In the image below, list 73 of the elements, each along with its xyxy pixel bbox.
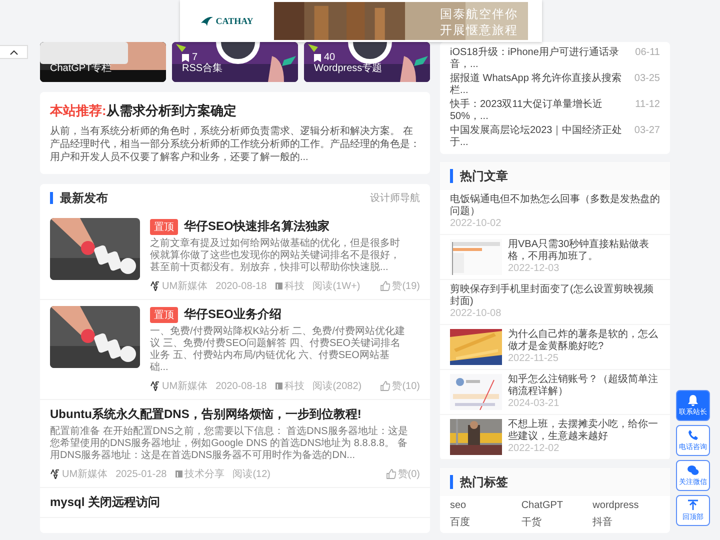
- ad-slogan: 国泰航空伴你: [440, 6, 518, 22]
- tag-link[interactable]: 抖音: [592, 515, 660, 529]
- article-date: 2022-12-02: [508, 443, 560, 455]
- phone-icon: [687, 429, 699, 441]
- bookmark-icon: [314, 54, 321, 62]
- section-title: 最新发布: [50, 192, 108, 204]
- article-date: 2022-10-08: [450, 308, 502, 320]
- post-date: 2025-01-28: [116, 468, 167, 480]
- collapse-button[interactable]: [0, 45, 28, 59]
- recommend-title[interactable]: 从需求分析到方案确定: [106, 103, 236, 118]
- post-title[interactable]: 华仔SEO业务介绍: [184, 306, 282, 323]
- topic-count: 40: [324, 52, 336, 63]
- article-title[interactable]: 不想上班，去摆摊卖小吃，给你一些建议，生意越来越好: [508, 419, 660, 443]
- section-title: 热门文章: [450, 169, 508, 183]
- recommend-label: 本站推荐:: [50, 103, 106, 118]
- post-excerpt: 配置前准备 在开始配置DNS之前，您需要以下信息： 首选DNS服务器地址：这是您希望使用的DNS服务器地址，例如Google DNS 的首选DNS地址为 8.8.8.8。 备用DNS服务器地址：这是在首选DNS服务器不可用时作为备选的DN...: [50, 426, 409, 462]
- thumbs-up-icon: [380, 281, 390, 291]
- news-date: 03-25: [634, 73, 660, 86]
- news-title[interactable]: 中国发展高层论坛2023｜中国经济正处于...: [450, 125, 628, 149]
- view-count: 阅读(12): [232, 468, 271, 481]
- article-date: 2022-11-25: [508, 353, 560, 365]
- article-date: 2022-12-03: [508, 263, 560, 275]
- post-date: 2020-08-18: [216, 380, 267, 392]
- post-title[interactable]: 华仔SEO快速排名算法独家: [184, 218, 330, 235]
- section-title: 热门标签: [450, 475, 508, 489]
- bird-logo-icon: [200, 16, 213, 26]
- tag-link[interactable]: 百度: [450, 515, 518, 529]
- bookmark-icon: [182, 54, 189, 62]
- tag-link[interactable]: 干货: [521, 515, 589, 529]
- view-count: 阅读(1W+): [312, 280, 360, 293]
- news-date: 11-12: [635, 99, 660, 112]
- post-excerpt: 之前文章有提及过如何给网站做基础的优化，但是很多时候就算你做了这些也发现你的网站关键词排名不是很好，甚至前十页都没有。别放弃，快排可以帮助你快速脱...: [150, 238, 401, 274]
- category-icon: [274, 382, 283, 390]
- article-date: 2024-03-21: [508, 398, 560, 410]
- topic-title: RSS合集: [182, 62, 223, 75]
- news-title[interactable]: 快手：2023双11大促订单量增长近50%，...: [450, 99, 630, 123]
- article-title[interactable]: 电饭锅通电但不加热怎么回事（多数是发热盘的问题）: [450, 194, 660, 218]
- post-title[interactable]: mysql 关闭远程访问: [50, 494, 160, 511]
- news-date: 03-27: [634, 125, 660, 138]
- view-count: 阅读(2082): [312, 380, 362, 393]
- post-title[interactable]: Ubuntu系统永久配置DNS，告别网络烦恼，一步到位教程!: [50, 406, 362, 423]
- topic-count: 7: [192, 52, 198, 63]
- topic-title: ChatGPT专栏: [50, 62, 112, 75]
- thumbs-up-icon: [386, 469, 396, 479]
- post-date: 2020-08-18: [216, 280, 267, 292]
- chat-bubbles-icon: [687, 464, 699, 476]
- topic-title: Wordpress专题: [314, 62, 382, 75]
- article-title[interactable]: 为什么自己炸的薯条是软的，怎么做才是金黄酥脆好吃?: [508, 329, 660, 353]
- recommend-summary: 从前，当有系统分析师的角色时，系统分析师负责需求、逻辑分析和解决方案。 在产品经理时代，相当一部分系统分析师的工作统分析师的工作。产品经理的角色是：用户和开发人员不仅要了解客户和业务，还要了解一般的...: [50, 125, 420, 164]
- arrow-up-icon: [687, 499, 699, 511]
- topic-card[interactable]: 40 Wordpress专题: [304, 42, 430, 82]
- brand-name: CATHAY: [216, 16, 254, 26]
- category-icon: [174, 470, 183, 478]
- ad-slogan: 开展惬意旅程: [440, 22, 518, 38]
- tag-link[interactable]: ChatGPT: [521, 500, 589, 511]
- news-date: 06-11: [635, 47, 660, 60]
- article-title[interactable]: 剪映保存到手机里封面变了(怎么设置剪映视频封面): [450, 284, 660, 308]
- tag-link[interactable]: wordpress: [592, 500, 660, 511]
- topic-card[interactable]: 7 RSS合集: [172, 42, 298, 82]
- tag-link[interactable]: seo: [450, 500, 518, 511]
- pinned-badge: 置顶: [150, 218, 178, 234]
- chevron-up-icon: [10, 50, 18, 54]
- bell-icon: [687, 394, 699, 406]
- news-title[interactable]: 据报道 WhatsApp 将允许你直接从搜索栏...: [450, 73, 628, 97]
- topic-card[interactable]: ChatGPT专栏: [40, 42, 166, 82]
- news-title[interactable]: iOS18升级：iPhone用户可进行通话录音，...: [450, 47, 630, 71]
- article-title[interactable]: 用VBA只需30秒钟直接粘贴做表格，不用再加班了。: [508, 239, 660, 263]
- article-date: 2022-10-02: [450, 218, 502, 230]
- pinned-badge: 置顶: [150, 306, 178, 322]
- thumbs-up-icon: [380, 381, 390, 391]
- post-excerpt: 一、免费/付费网站降权K站分析 二、免费/付费网站优化建议 三、免费/付费SEO问题解答 四、付费SEO关键词排名业务 五、付费站内布局/内链优化 六、付费SEO网站基础...: [150, 326, 406, 374]
- article-title[interactable]: 知乎怎么注销账号？（超级简单注销流程详解）: [508, 374, 660, 398]
- category-icon: [274, 282, 283, 290]
